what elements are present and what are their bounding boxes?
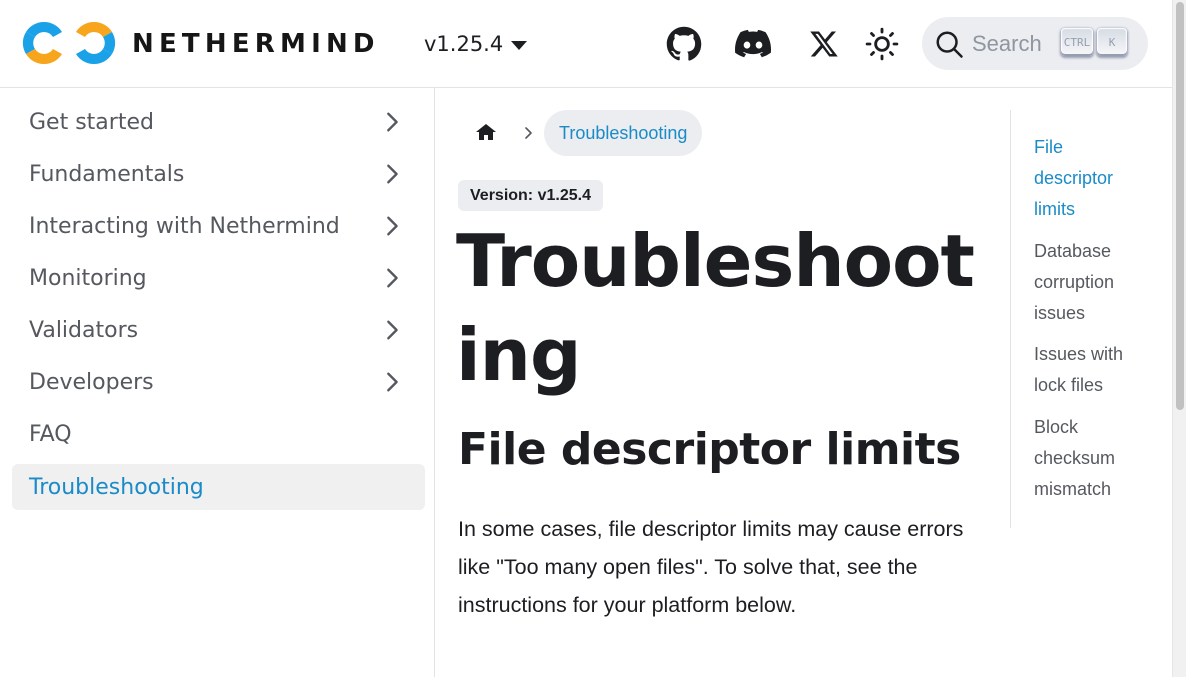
discord-link[interactable] <box>735 26 771 62</box>
discord-icon <box>735 29 771 58</box>
theme-toggle-icon <box>865 27 899 61</box>
sidebar-item-get-started[interactable]: Get started <box>12 99 425 145</box>
breadcrumb: Troubleshooting <box>458 110 703 156</box>
sidebar-item-label: Troubleshooting <box>29 474 204 500</box>
version-dropdown[interactable]: v1.25.4 <box>424 28 528 60</box>
brand-name[interactable]: NETHERMIND <box>132 28 380 60</box>
chevron-right-icon[interactable] <box>381 371 403 393</box>
sidebar-item-label: Validators <box>29 317 139 343</box>
nethermind-logo[interactable] <box>22 18 118 68</box>
nethermind-logo-icon <box>22 21 116 65</box>
toc-item-database-corruption[interactable]: Database corruption issues <box>1034 236 1146 329</box>
sidebar-item-label: Developers <box>29 369 154 395</box>
search-icon <box>936 31 963 58</box>
sidebar-item-faq[interactable]: FAQ <box>12 411 425 457</box>
navbar: NETHERMIND v1.25.4 Search CTRL K <box>0 0 1172 88</box>
table-of-contents: File descriptor limits Database corrupti… <box>1010 110 1150 528</box>
breadcrumb-current[interactable]: Troubleshooting <box>544 110 703 156</box>
chevron-right-icon[interactable] <box>381 215 403 237</box>
chevron-right-icon[interactable] <box>381 319 403 341</box>
version-badge: Version: v1.25.4 <box>458 180 603 211</box>
search-button[interactable]: Search CTRL K <box>922 17 1148 70</box>
home-icon <box>476 124 496 140</box>
section-heading: File descriptor limits <box>458 424 961 475</box>
sidebar: Get started Fundamentals Interacting wit… <box>0 88 435 677</box>
sidebar-item-developers[interactable]: Developers <box>12 359 425 405</box>
chevron-right-icon <box>525 127 532 139</box>
toc-item-block-checksum[interactable]: Block checksum mismatch <box>1034 412 1146 505</box>
sidebar-item-troubleshooting[interactable]: Troubleshooting <box>12 464 425 510</box>
version-label: v1.25.4 <box>424 32 504 56</box>
toc-item-lock-files[interactable]: Issues with lock files <box>1034 339 1146 401</box>
caret-down-icon <box>511 40 528 50</box>
sidebar-item-label: Monitoring <box>29 265 147 291</box>
chevron-right-icon[interactable] <box>381 267 403 289</box>
breadcrumb-home[interactable] <box>458 110 514 156</box>
sidebar-item-label: Get started <box>29 109 154 135</box>
chevron-right-icon[interactable] <box>381 163 403 185</box>
sidebar-item-validators[interactable]: Validators <box>12 307 425 353</box>
scrollbar-thumb[interactable] <box>1176 2 1184 410</box>
sidebar-item-interacting[interactable]: Interacting with Nethermind <box>12 203 425 249</box>
page-title: Troubleshooting <box>456 219 975 397</box>
theme-toggle[interactable] <box>864 26 900 62</box>
github-link[interactable] <box>666 26 702 62</box>
kbd-k: K <box>1097 28 1127 56</box>
kbd-ctrl: CTRL <box>1061 28 1093 56</box>
sidebar-item-label: Fundamentals <box>29 161 185 187</box>
sidebar-item-monitoring[interactable]: Monitoring <box>12 255 425 301</box>
x-icon <box>810 31 838 57</box>
breadcrumb-separator <box>514 123 544 143</box>
x-link[interactable] <box>806 26 842 62</box>
sidebar-item-label: FAQ <box>29 421 72 447</box>
search-placeholder: Search <box>972 30 1042 56</box>
toc-item-file-descriptor-limits[interactable]: File descriptor limits <box>1034 132 1146 225</box>
sidebar-item-fundamentals[interactable]: Fundamentals <box>12 151 425 197</box>
page-scrollbar[interactable] <box>1172 0 1186 677</box>
github-icon <box>666 26 702 61</box>
intro-paragraph: In some cases, file descriptor limits ma… <box>458 517 964 617</box>
sidebar-item-label: Interacting with Nethermind <box>29 213 340 239</box>
chevron-right-icon[interactable] <box>381 111 403 133</box>
